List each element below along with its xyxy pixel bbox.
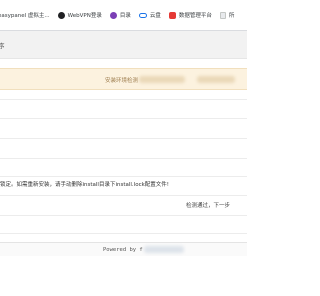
page-title: 序 [0, 41, 5, 50]
row-divider [0, 195, 247, 196]
row-divider [0, 176, 247, 177]
next-step-link[interactable]: 检测通过，下一步 [186, 201, 230, 209]
row-divider [0, 138, 247, 139]
bookmark-label: 目录 [119, 13, 131, 19]
red-square-icon [168, 11, 176, 19]
powered-by-text: Powered by f [103, 247, 143, 253]
page-footer: Powered by f [0, 242, 247, 256]
redacted-region [144, 246, 184, 253]
page-bottom-area [0, 256, 247, 296]
status-row: 检测通过，下一步 [0, 199, 247, 213]
page-icon [219, 11, 226, 19]
bookmark-data-platform[interactable]: 数据管理平台 [168, 11, 212, 19]
redacted-region [197, 76, 235, 83]
cloud-icon [138, 12, 147, 18]
environment-check-banner: 安装环境检测 [0, 68, 247, 90]
bookmark-label: 所 [228, 13, 235, 19]
bookmark-label: 云盘 [149, 13, 161, 19]
row-divider [0, 118, 247, 119]
row-divider [0, 99, 247, 100]
row-divider [0, 158, 247, 159]
row-divider [0, 215, 247, 216]
row-divider [0, 233, 247, 234]
bookmark-webvpn[interactable]: WebVPN登录 [57, 11, 102, 19]
redacted-region [139, 76, 185, 83]
bookmarks-bar: easypanel 虚拟主... WebVPN登录 目录 云盘 数据管理平台 所 [0, 0, 247, 31]
bookmark-label: 数据管理平台 [178, 13, 212, 19]
globe-icon [57, 11, 65, 19]
bookmark-easypanel[interactable]: easypanel 虚拟主... [0, 11, 50, 19]
bookmark-label: easypanel 虚拟主... [0, 13, 50, 19]
bookmark-other[interactable]: 所 [219, 11, 235, 19]
banner-title: 安装环境检测 [105, 78, 139, 84]
bookmark-label: WebVPN登录 [67, 13, 102, 19]
bookmark-directory[interactable]: 目录 [109, 11, 131, 19]
page-header: 序 [0, 31, 247, 59]
install-lock-notice: 锁定。如需重新安装，请手动删除install目录下install.lock配置文… [0, 182, 169, 188]
purple-circle-icon [109, 11, 117, 19]
bookmark-cloud[interactable]: 云盘 [138, 11, 161, 19]
